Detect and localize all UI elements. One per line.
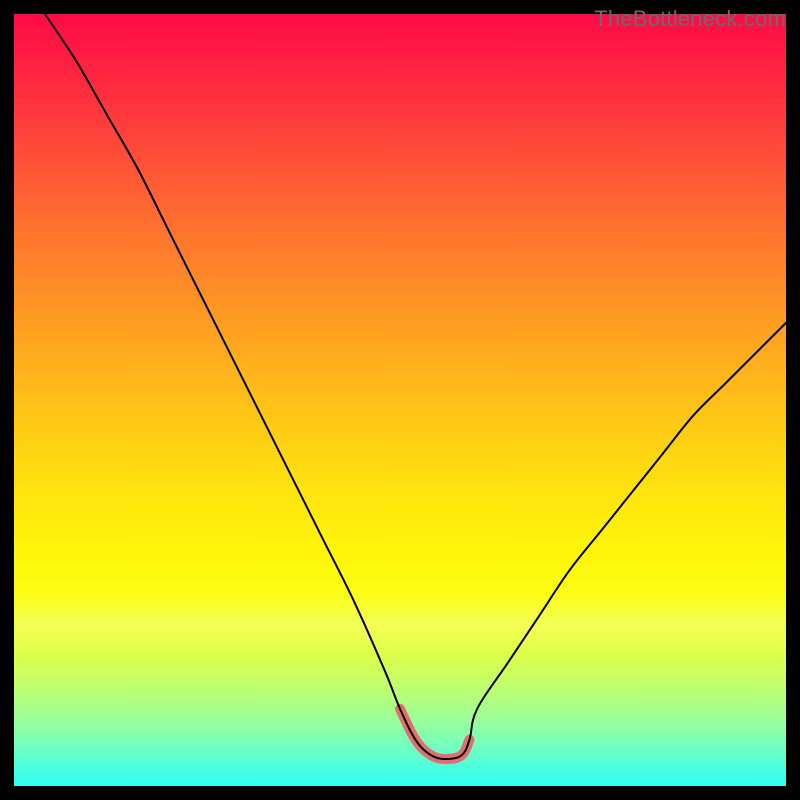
curve-layer (14, 14, 786, 786)
plot-area (14, 14, 786, 786)
flat-bottom-highlight (400, 709, 469, 759)
chart-stage: TheBottleneck.com (0, 0, 800, 800)
bottleneck-curve (45, 14, 786, 759)
watermark-text: TheBottleneck.com (594, 6, 786, 32)
